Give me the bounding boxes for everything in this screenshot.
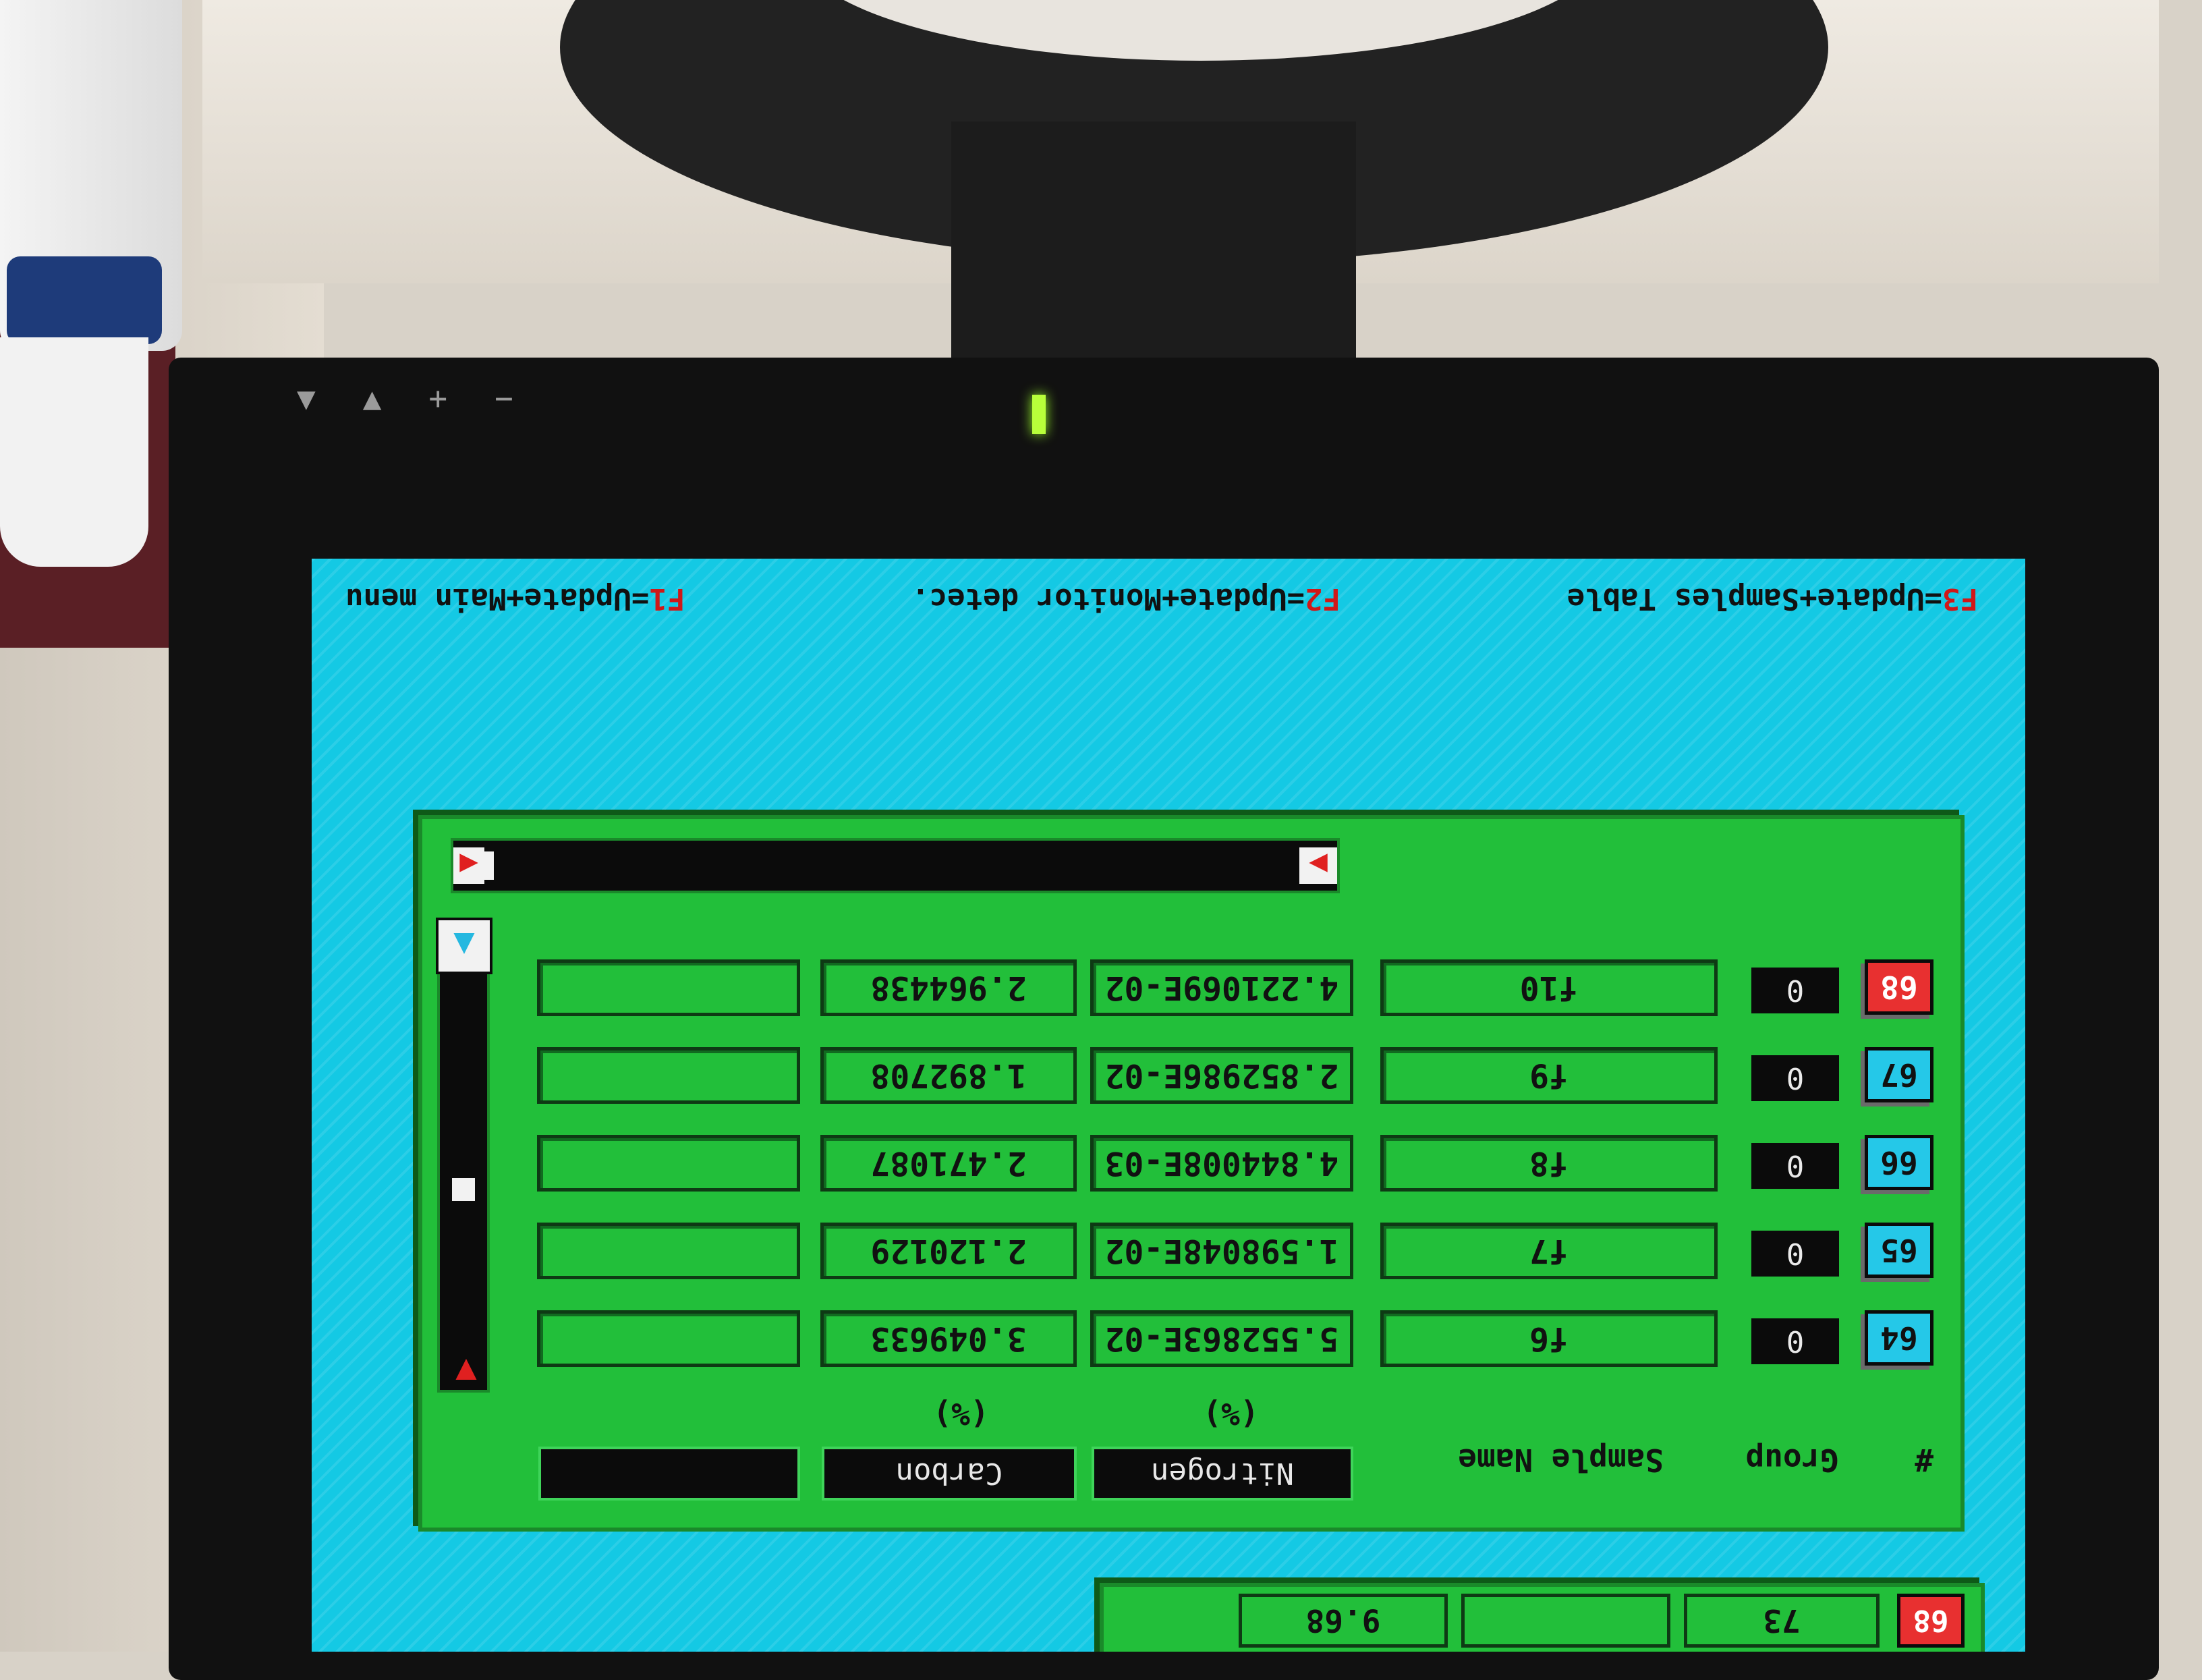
row-nitrogen[interactable]: 5.552863E-02 <box>1090 1310 1353 1367</box>
row-sample-name[interactable]: f10 <box>1380 959 1718 1016</box>
monitor-button-minus[interactable]: − <box>495 380 513 416</box>
row-extra[interactable] <box>537 1223 800 1279</box>
row-carbon[interactable]: 1.892708 <box>820 1047 1077 1104</box>
header-extra[interactable] <box>538 1447 800 1501</box>
table-row-active[interactable]: 68 0 f10 4.221069E-02 2.964438 <box>422 954 1960 1021</box>
row-sample-name[interactable]: f9 <box>1380 1047 1718 1104</box>
scroll-left-arrow-icon[interactable]: ◀ <box>453 847 484 884</box>
row-extra[interactable] <box>537 1310 800 1367</box>
monitor-button-up[interactable]: ▲ <box>363 380 382 416</box>
row-carbon[interactable]: 2.471087 <box>820 1135 1077 1192</box>
vertical-scroll-thumb[interactable] <box>452 1178 475 1201</box>
row-number[interactable]: 68 <box>1865 959 1933 1015</box>
f1-hint[interactable]: F1=Update+Main menu <box>345 582 685 617</box>
row-sample-name[interactable]: f8 <box>1380 1135 1718 1192</box>
header-carbon-unit: (%) <box>932 1396 989 1432</box>
row-group[interactable]: 0 <box>1751 1055 1839 1101</box>
row-carbon[interactable]: 2.964438 <box>820 959 1077 1016</box>
row-number[interactable]: 65 <box>1865 1223 1933 1278</box>
row-group[interactable]: 0 <box>1751 1318 1839 1364</box>
monitor-button-down[interactable]: ▼ <box>297 380 316 416</box>
header-nitrogen-unit: (%) <box>1202 1396 1259 1432</box>
monitor-button-plus[interactable]: + <box>428 380 447 416</box>
bottle-spout <box>0 337 148 567</box>
f2-key: F2 <box>1304 582 1340 617</box>
row-sample-name[interactable]: f7 <box>1380 1223 1718 1279</box>
row-carbon[interactable]: 3.049633 <box>820 1310 1077 1367</box>
power-led-icon <box>1032 395 1046 434</box>
header-sample-name: Sample Name <box>1458 1442 1664 1478</box>
header-carbon[interactable]: Carbon <box>822 1447 1077 1501</box>
secondary-cell[interactable] <box>1461 1594 1670 1648</box>
row-nitrogen[interactable]: 4.844008E-03 <box>1090 1135 1353 1192</box>
row-extra[interactable] <box>537 959 800 1016</box>
scroll-right-arrow-icon[interactable]: ▶ <box>1299 847 1337 884</box>
f3-hint[interactable]: F3=Update+Samples Table <box>1567 582 1978 617</box>
header-number: # <box>1915 1442 1933 1478</box>
vertical-scrollbar[interactable] <box>437 955 490 1393</box>
row-extra[interactable] <box>537 1047 800 1104</box>
samples-table-screen: 68 73 9.68 # Group Sample Name Nitrogen … <box>312 559 2025 1652</box>
table-row[interactable]: 66 0 f8 4.844008E-03 2.471087 <box>422 1129 1960 1197</box>
secondary-cell[interactable]: 9.68 <box>1239 1594 1448 1648</box>
row-nitrogen[interactable]: 4.221069E-02 <box>1090 959 1353 1016</box>
secondary-row-number[interactable]: 68 <box>1897 1594 1965 1648</box>
function-key-bar: F3=Update+Samples Table F2=Update+Monito… <box>345 579 1978 619</box>
row-group[interactable]: 0 <box>1751 968 1839 1013</box>
row-number[interactable]: 64 <box>1865 1310 1933 1366</box>
bottle-cap <box>7 256 162 344</box>
f1-key: F1 <box>649 582 685 617</box>
row-group[interactable]: 0 <box>1751 1143 1839 1189</box>
f3-key: F3 <box>1942 582 1978 617</box>
row-group[interactable]: 0 <box>1751 1231 1839 1277</box>
secondary-cell[interactable]: 73 <box>1684 1594 1880 1648</box>
secondary-table: 68 73 9.68 <box>1100 1583 1985 1652</box>
row-extra[interactable] <box>537 1135 800 1192</box>
scroll-down-arrow-icon[interactable]: ▼ <box>443 1348 490 1395</box>
row-number[interactable]: 67 <box>1865 1047 1933 1102</box>
samples-table: # Group Sample Name Nitrogen (%) Carbon … <box>418 815 1965 1532</box>
header-group: Group <box>1745 1442 1839 1478</box>
scroll-up-arrow-icon[interactable]: ▲ <box>436 918 492 974</box>
header-nitrogen[interactable]: Nitrogen <box>1092 1447 1353 1501</box>
table-row[interactable]: 65 0 f7 1.598048E-02 2.120129 <box>422 1217 1960 1285</box>
f2-hint[interactable]: F2=Update+Monitor detec. <box>911 582 1340 617</box>
horizontal-scrollbar[interactable]: ▶ ◀ <box>451 838 1340 893</box>
table-row[interactable]: 64 0 f6 5.552863E-02 3.049633 <box>422 1305 1960 1372</box>
row-carbon[interactable]: 2.120129 <box>820 1223 1077 1279</box>
f2-label: =Update+Monitor detec. <box>911 582 1305 617</box>
table-row[interactable]: 67 0 f9 2.852986E-02 1.892708 <box>422 1042 1960 1109</box>
row-number[interactable]: 66 <box>1865 1135 1933 1190</box>
monitor-buttons: ▼ ▲ + − <box>297 378 675 418</box>
row-sample-name[interactable]: f6 <box>1380 1310 1718 1367</box>
f1-label: =Update+Main menu <box>345 582 650 617</box>
f3-label: =Update+Samples Table <box>1566 582 1943 617</box>
monitor-screen: 68 73 9.68 # Group Sample Name Nitrogen … <box>312 559 2025 1652</box>
row-nitrogen[interactable]: 2.852986E-02 <box>1090 1047 1353 1104</box>
row-nitrogen[interactable]: 1.598048E-02 <box>1090 1223 1353 1279</box>
